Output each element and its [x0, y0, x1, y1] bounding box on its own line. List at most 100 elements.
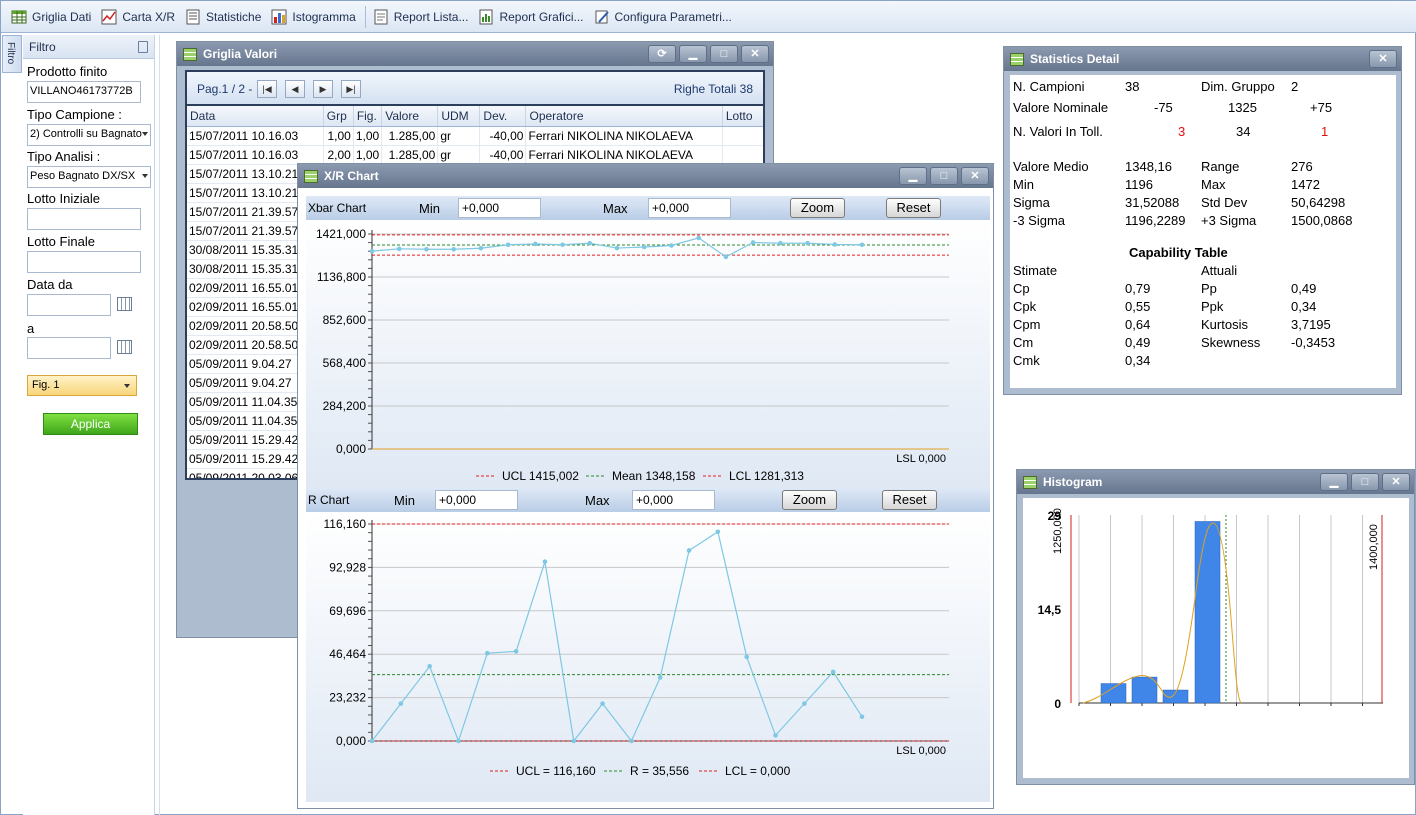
- griglia-title: Griglia Valori: [203, 47, 278, 61]
- column-header[interactable]: Dev.: [479, 106, 527, 127]
- r-max-label: Max: [585, 493, 610, 508]
- data-point: [456, 738, 461, 744]
- close-button[interactable]: ✕: [1382, 473, 1410, 491]
- table-cell: -40,00: [479, 145, 527, 165]
- r-max-input[interactable]: +0,000: [632, 490, 715, 510]
- pin-icon[interactable]: [138, 40, 148, 53]
- ppk-label: Ppk: [1201, 299, 1224, 314]
- last-page-button[interactable]: ▶|: [341, 80, 361, 98]
- filter-side-tab[interactable]: Filtro: [2, 35, 22, 73]
- xbar-reset-button[interactable]: Reset: [886, 198, 941, 218]
- r-zoom-button[interactable]: Zoom: [782, 490, 837, 510]
- data-point: [614, 245, 620, 251]
- table-row[interactable]: 15/07/2011 10.16.03 1,00 1,00 1.285,00 gr -40…: [187, 126, 763, 146]
- tipo-analisi-select[interactable]: Peso Bagnato DX/SX: [27, 166, 151, 188]
- xbar-max-label: Max: [603, 201, 628, 216]
- y-tick-label: 23,232: [329, 691, 366, 705]
- histogram-icon: [271, 9, 287, 25]
- griglia-title-bar: Griglia Valori ⟳ ▁ □ ✕: [177, 42, 773, 66]
- toll-low: 3: [1178, 124, 1186, 139]
- r-reset-button[interactable]: Reset: [882, 490, 937, 510]
- prev-page-button[interactable]: ◀: [285, 80, 305, 98]
- range-value: 276: [1291, 159, 1313, 174]
- column-header[interactable]: Grp: [323, 106, 354, 127]
- lotto-iniziale-input[interactable]: [27, 208, 141, 230]
- stats-title-bar: Statistics Detail ✕: [1004, 47, 1401, 71]
- plus3-value: 1500,0868: [1291, 213, 1353, 228]
- data-point: [715, 529, 721, 535]
- table-cell: [722, 145, 763, 165]
- panel-divider: [159, 35, 160, 815]
- statistiche-button[interactable]: Statistiche: [181, 5, 267, 29]
- table-row[interactable]: 15/07/2011 10.16.03 2,00 1,00 1.285,00 gr -40…: [187, 145, 763, 165]
- y-tick-label: 92,928: [329, 560, 366, 574]
- prodotto-input[interactable]: VILLANO46173772B: [27, 81, 141, 103]
- hist-window-buttons: ▁ □ ✕: [1317, 473, 1410, 491]
- r-min-input[interactable]: +0,000: [435, 490, 518, 510]
- configura-parametri-button[interactable]: Configura Parametri...: [590, 5, 738, 29]
- legend-label: R = 35,556: [630, 764, 689, 778]
- range-label: Range: [1201, 159, 1240, 174]
- y-tick-label: 46,464: [329, 647, 366, 661]
- minus3-label: -3 Sigma: [1013, 213, 1066, 228]
- close-button[interactable]: ✕: [961, 167, 989, 185]
- data-point: [571, 738, 577, 744]
- carta-xr-button[interactable]: Carta X/R: [97, 5, 181, 29]
- table-cell: 1.285,00: [381, 126, 439, 146]
- report-grafici-button[interactable]: Report Grafici...: [474, 5, 589, 29]
- close-button[interactable]: ✕: [1369, 50, 1397, 68]
- table-cell: 1.285,00: [381, 145, 439, 165]
- next-page-button[interactable]: ▶: [313, 80, 333, 98]
- minimize-button[interactable]: ▁: [899, 167, 927, 185]
- applica-button[interactable]: Applica: [43, 413, 138, 435]
- data-point: [478, 245, 484, 251]
- chart-background: [306, 512, 990, 802]
- column-header[interactable]: Operatore: [525, 106, 723, 127]
- table-cell: 1,00: [323, 126, 354, 146]
- column-header[interactable]: Data: [187, 106, 324, 127]
- xbar-zoom-button[interactable]: Zoom: [790, 198, 845, 218]
- first-page-button[interactable]: |◀: [257, 80, 277, 98]
- griglia-dati-label: Griglia Dati: [32, 9, 92, 24]
- lotto-finale-input[interactable]: [27, 251, 141, 273]
- xbar-min-input[interactable]: +0,000: [458, 198, 541, 218]
- calendar-icon[interactable]: [117, 297, 132, 311]
- report-lista-button[interactable]: Report Lista...: [369, 5, 475, 29]
- y-tick-label: 69,696: [329, 604, 366, 618]
- maximize-button[interactable]: □: [1351, 473, 1379, 491]
- hist-title: Histogram: [1043, 475, 1103, 489]
- y-tick-label: 284,200: [323, 399, 367, 413]
- minimize-button[interactable]: ▁: [1320, 473, 1348, 491]
- xbar-max-input[interactable]: +0,000: [648, 198, 731, 218]
- column-header[interactable]: Lotto: [722, 106, 763, 127]
- griglia-dati-button[interactable]: Griglia Dati: [7, 5, 97, 29]
- xr-chart-window: X/R Chart ▁ □ ✕ Xbar Chart Min +0,000 Ma…: [297, 163, 994, 809]
- column-header[interactable]: Fig.: [353, 106, 383, 127]
- data-point: [669, 243, 674, 248]
- column-header[interactable]: Valore: [381, 106, 439, 127]
- maximize-button[interactable]: □: [930, 167, 958, 185]
- maximize-button[interactable]: □: [710, 45, 738, 63]
- figura-select[interactable]: Fig. 1: [27, 375, 137, 396]
- refresh-button[interactable]: ⟳: [648, 45, 676, 63]
- close-button[interactable]: ✕: [741, 45, 769, 63]
- stddev-value: 50,64298: [1291, 195, 1346, 210]
- griglia-window-buttons: ⟳ ▁ □ ✕: [645, 45, 769, 63]
- window-icon: [183, 47, 197, 61]
- y-tick-label: 1136,800: [317, 270, 366, 284]
- tipo-campione-select[interactable]: 2) Controlli su Bagnato: [27, 124, 151, 146]
- calendar-icon[interactable]: [117, 340, 132, 354]
- minimize-button[interactable]: ▁: [679, 45, 707, 63]
- histogram-bar: [1194, 521, 1221, 704]
- minus3-value: 1196,2289: [1125, 213, 1186, 228]
- istogramma-button[interactable]: Istogramma: [267, 5, 361, 29]
- column-header[interactable]: UDM: [437, 106, 481, 127]
- tipo-analisi-label: Tipo Analisi :: [27, 149, 101, 164]
- medio-label: Valore Medio: [1013, 159, 1089, 174]
- table-cell: 15/07/2011 10.16.03: [187, 126, 324, 146]
- data-a-input[interactable]: [27, 337, 111, 359]
- stats-title: Statistics Detail: [1030, 52, 1120, 66]
- y-tick-label: 1421,000: [316, 227, 366, 241]
- data-da-input[interactable]: [27, 294, 111, 316]
- stimate-label: Stimate: [1013, 263, 1058, 278]
